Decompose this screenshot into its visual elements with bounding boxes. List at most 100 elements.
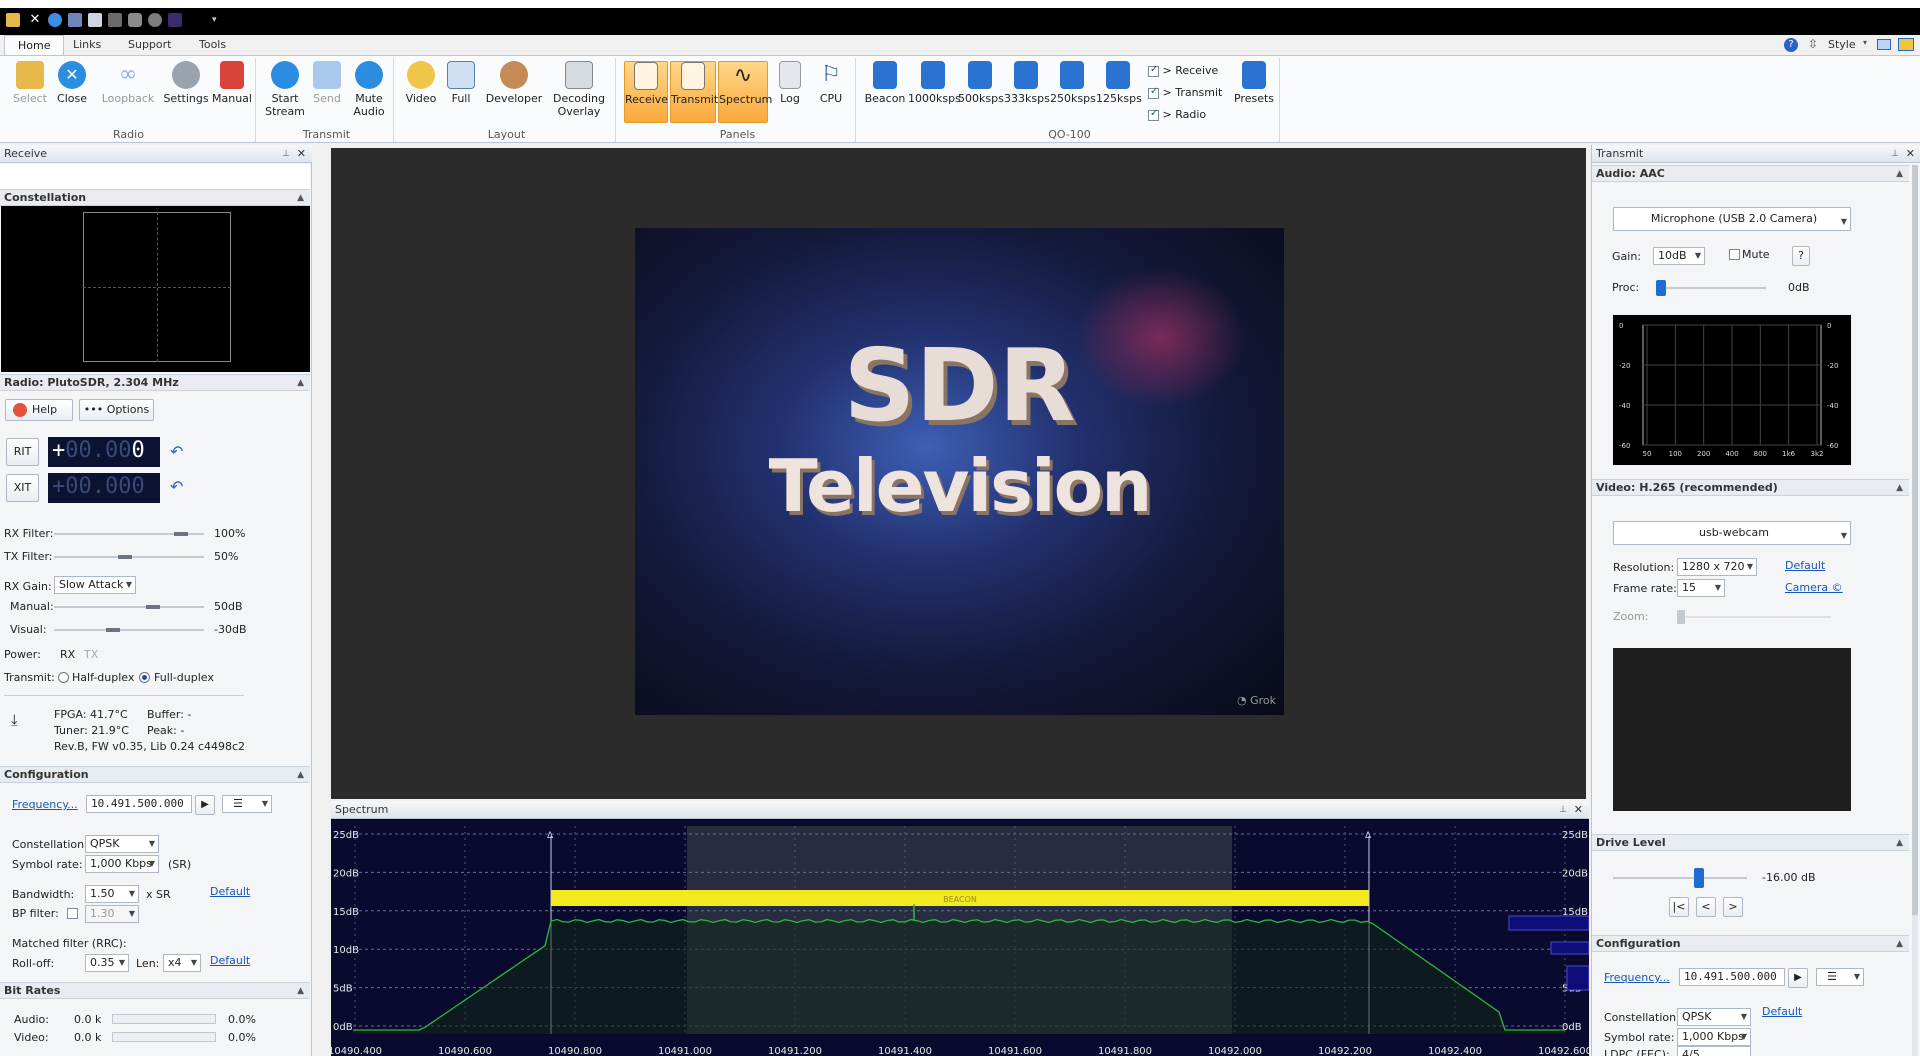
window-icon[interactable] bbox=[1877, 39, 1891, 50]
video-display[interactable]: SDR Television ◔ Grok bbox=[331, 148, 1586, 799]
download-icon[interactable]: ⤓ bbox=[11, 711, 18, 729]
camera-settings-link[interactable]: Camera © bbox=[1785, 581, 1843, 594]
transmit-scrollbar[interactable] bbox=[1912, 165, 1918, 1056]
len-select[interactable]: x4 ▼ bbox=[163, 954, 201, 972]
tab-home[interactable]: Home bbox=[4, 35, 65, 55]
zoom-slider[interactable] bbox=[1677, 610, 1831, 624]
tx-frequency-play-button[interactable]: ▶ bbox=[1788, 968, 1808, 988]
1000ksps-button[interactable]: 1000ksps bbox=[908, 61, 961, 123]
video-button[interactable]: Video bbox=[402, 61, 440, 123]
resolution-select[interactable]: 1280 x 720 ▼ bbox=[1677, 558, 1757, 576]
tx-frequency-field[interactable]: 10.491.500.000 bbox=[1679, 968, 1785, 986]
rolloff-select[interactable]: 0.35 ▼ bbox=[85, 954, 129, 972]
start-stream-button[interactable]: Start Stream bbox=[264, 61, 306, 123]
framerate-select[interactable]: 15 ▼ bbox=[1677, 579, 1725, 597]
manual-gain-slider[interactable] bbox=[54, 605, 204, 609]
full-button[interactable]: Full bbox=[444, 61, 478, 123]
tx-gain-select[interactable]: 10dB ▼ bbox=[1653, 247, 1705, 265]
bp-filter-select[interactable]: 1.30 ▼ bbox=[85, 905, 139, 923]
apply-receive-check[interactable]: > Receive bbox=[1148, 64, 1218, 77]
options-button[interactable]: ••• Options bbox=[79, 399, 154, 421]
spectrum-plot[interactable]: 25dB25dB20dB20dB15dB15dB10dB10dB5dB5dB0d… bbox=[331, 820, 1589, 1056]
rit-button[interactable]: RIT bbox=[6, 438, 39, 466]
power-tx[interactable]: TX bbox=[84, 648, 98, 661]
scroll-icon[interactable]: ⇳ bbox=[1808, 37, 1818, 51]
manual-button[interactable]: Manual bbox=[210, 61, 254, 123]
rx-symbol-rate-select[interactable]: 1,000 Kbps ▼ bbox=[85, 855, 159, 873]
presets-button[interactable]: Presets bbox=[1232, 61, 1276, 123]
tx-default-link[interactable]: Default bbox=[1762, 1005, 1802, 1018]
333ksps-button[interactable]: 333ksps bbox=[1004, 61, 1050, 123]
drive-level-slider[interactable] bbox=[1613, 868, 1747, 888]
tx-filter-slider[interactable] bbox=[54, 555, 204, 559]
tx-symbol-rate-select[interactable]: 1,000 Kbps ▼ bbox=[1677, 1028, 1751, 1046]
customize-toolbar-icon[interactable]: ▾ bbox=[212, 13, 226, 27]
constellation-header[interactable]: Constellation ▲ bbox=[0, 189, 310, 206]
close-button[interactable]: ✕ Close bbox=[52, 61, 92, 123]
drive-increase-button[interactable]: > bbox=[1723, 897, 1743, 917]
rx-gain-select[interactable]: Slow Attack ▼ bbox=[54, 576, 136, 594]
camera-icon[interactable] bbox=[128, 13, 142, 27]
mute-audio-button[interactable]: Mute Audio bbox=[348, 61, 390, 123]
rx-configuration-header[interactable]: Configuration ▲ bbox=[0, 766, 310, 783]
transmit-panel-button[interactable]: Transmit bbox=[670, 61, 718, 123]
close-icon[interactable]: ✕ bbox=[28, 13, 42, 27]
drive-min-button[interactable]: |< bbox=[1669, 897, 1689, 917]
xit-button[interactable]: XIT bbox=[6, 474, 39, 502]
mute-checkbox[interactable] bbox=[1729, 249, 1740, 260]
cpu-button[interactable]: ⚐ CPU bbox=[812, 61, 850, 123]
125ksps-button[interactable]: 125ksps bbox=[1096, 61, 1142, 123]
microphone-select[interactable]: Microphone (USB 2.0 Camera) ▼ bbox=[1613, 207, 1851, 231]
tab-support[interactable]: Support bbox=[115, 35, 184, 55]
xit-display[interactable]: +00.000 bbox=[48, 473, 160, 503]
help-icon[interactable]: ? bbox=[1784, 38, 1798, 52]
rx-frequency-field[interactable]: 10.491.500.000 bbox=[86, 795, 192, 813]
decoding-overlay-button[interactable]: Decoding Overlay bbox=[548, 61, 610, 123]
bp-filter-checkbox[interactable] bbox=[67, 908, 78, 919]
rx-frequency-menu[interactable]: ☰ ▼ bbox=[222, 795, 272, 813]
log-button[interactable]: Log bbox=[772, 61, 808, 123]
tx-video-header[interactable]: Video: H.265 (recommended) ▲ bbox=[1592, 479, 1909, 496]
rx-constellation-select[interactable]: QPSK ▼ bbox=[85, 835, 159, 853]
send-button[interactable]: Send bbox=[308, 61, 346, 123]
spectrum-panel-button[interactable]: ∿ Spectrum bbox=[718, 61, 772, 123]
rx-bandwidth-select[interactable]: 1.50 ▼ bbox=[85, 885, 139, 903]
document-icon[interactable] bbox=[88, 13, 102, 27]
loopback-button[interactable]: ∞ Loopback bbox=[98, 61, 158, 123]
resolution-default-link[interactable]: Default bbox=[1785, 559, 1825, 572]
half-duplex-radio[interactable] bbox=[58, 672, 69, 683]
gear-icon[interactable] bbox=[148, 13, 162, 27]
tab-links[interactable]: Links bbox=[60, 35, 114, 55]
rrc-default-link[interactable]: Default bbox=[210, 954, 250, 967]
drive-level-header[interactable]: Drive Level ▲ bbox=[1592, 834, 1909, 851]
send-icon[interactable] bbox=[68, 13, 82, 27]
tab-tools[interactable]: Tools bbox=[186, 35, 239, 55]
developer-button[interactable]: Developer bbox=[484, 61, 544, 123]
close-icon[interactable]: ✕ bbox=[1574, 801, 1583, 819]
select-button[interactable]: Select bbox=[8, 61, 52, 123]
undo-icon[interactable]: ↶ bbox=[170, 477, 183, 496]
close-icon[interactable]: ✕ bbox=[297, 145, 306, 163]
tx-frequency-link[interactable]: Frequency... bbox=[1604, 971, 1670, 984]
visual-gain-slider[interactable] bbox=[54, 628, 204, 632]
receive-panel-button[interactable]: Receive bbox=[624, 61, 668, 123]
folder-icon[interactable] bbox=[6, 13, 20, 27]
tx-constellation-select[interactable]: QPSK ▼ bbox=[1677, 1008, 1751, 1026]
pin-icon[interactable]: ⊥ bbox=[1559, 801, 1567, 819]
full-duplex-radio[interactable] bbox=[139, 672, 150, 683]
tx-configuration-header[interactable]: Configuration ▲ bbox=[1592, 935, 1909, 952]
audio-header[interactable]: Audio: AAC ▲ bbox=[1592, 165, 1909, 182]
radio-header[interactable]: Radio: PlutoSDR, 2.304 MHz ▲ bbox=[0, 374, 310, 391]
settings-button[interactable]: Settings bbox=[162, 61, 210, 123]
pin-icon[interactable]: ⊥ bbox=[1891, 145, 1899, 163]
apply-radio-check[interactable]: > Radio bbox=[1148, 108, 1206, 121]
rit-display[interactable]: +00.000 bbox=[48, 437, 160, 467]
rx-frequency-play-button[interactable]: ▶ bbox=[195, 795, 215, 815]
250ksps-button[interactable]: 250ksps bbox=[1050, 61, 1096, 123]
ldpc-select[interactable]: 4/5 bbox=[1677, 1046, 1751, 1056]
spectrum-icon[interactable] bbox=[168, 13, 182, 27]
apply-transmit-check[interactable]: > Transmit bbox=[1148, 86, 1222, 99]
audio-help-button[interactable]: ? bbox=[1792, 246, 1810, 266]
beacon-button[interactable]: Beacon bbox=[864, 61, 906, 123]
stream-icon[interactable] bbox=[48, 13, 62, 27]
